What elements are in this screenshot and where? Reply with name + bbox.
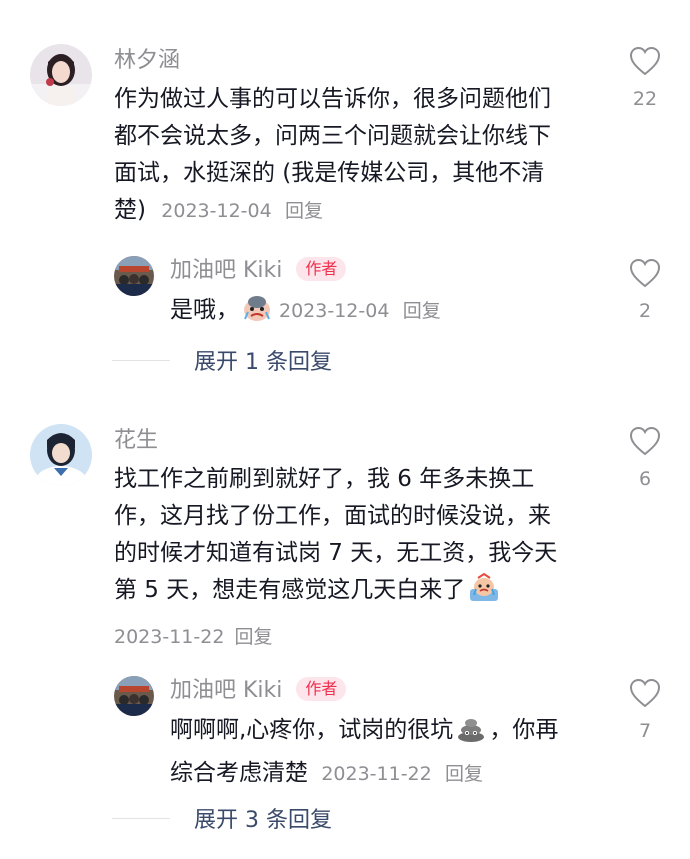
reply-username: 加油吧 Kiki 作者 bbox=[170, 676, 347, 706]
comment-list: 林夕涵 作为做过人事的可以告诉你，很多问题他们 都不会说太多，问两三个问题就会让… bbox=[0, 0, 690, 859]
avatar[interactable] bbox=[114, 676, 154, 716]
divider bbox=[112, 359, 170, 361]
avatar[interactable] bbox=[114, 256, 154, 296]
divider bbox=[112, 817, 170, 819]
like-button[interactable]: 22 bbox=[620, 46, 670, 112]
crying-bath-emoji-icon bbox=[468, 572, 500, 615]
heart-icon bbox=[629, 46, 661, 76]
comment-text-line: 找工作之前刷到就好了，我 6 年多未换工 bbox=[114, 466, 535, 492]
comment-text: 找工作之前刷到就好了，我 6 年多未换工 作，这月找了份工作，面试的时候没说，来… bbox=[114, 461, 594, 615]
reply-button[interactable]: 回复 bbox=[445, 763, 483, 785]
comment-text: 作为做过人事的可以告诉你，很多问题他们 都不会说太多，问两三个问题就会让你线下 … bbox=[114, 81, 594, 230]
like-count: 6 bbox=[638, 468, 652, 490]
like-button[interactable]: 6 bbox=[620, 426, 670, 492]
author-badge: 作者 bbox=[296, 677, 347, 701]
comment-date: 2023-12-04 bbox=[161, 200, 272, 222]
reply-date: 2023-12-04 bbox=[279, 300, 390, 322]
comment-username[interactable]: 花生 bbox=[114, 426, 158, 456]
reply-text-line: ，你再 bbox=[489, 717, 559, 743]
avatar[interactable] bbox=[30, 424, 92, 486]
comment-text-line: 的时候才知道有试岗 7 天，无工资，我今天 bbox=[114, 540, 558, 566]
reply-text: 是哦， 2023-12-04 回复 bbox=[170, 292, 610, 335]
heart-icon bbox=[629, 426, 661, 456]
reply-button[interactable]: 回复 bbox=[285, 200, 323, 222]
poop-emoji-icon bbox=[456, 713, 486, 755]
like-count: 7 bbox=[638, 720, 652, 742]
comment-username[interactable]: 林夕涵 bbox=[114, 46, 180, 76]
reply-date: 2023-11-22 bbox=[321, 763, 432, 785]
like-count: 2 bbox=[638, 300, 652, 322]
reply-text-line: 是哦， bbox=[170, 297, 239, 323]
crying-face-emoji-icon bbox=[242, 293, 272, 335]
reply-username-text[interactable]: 加油吧 Kiki bbox=[170, 678, 282, 703]
expand-replies-button[interactable]: 展开 1 条回复 bbox=[112, 344, 332, 376]
comment-text-line: 都不会说太多，问两三个问题就会让你线下 bbox=[114, 123, 551, 149]
reply-username-text[interactable]: 加油吧 Kiki bbox=[170, 258, 282, 283]
reply-button[interactable]: 回复 bbox=[403, 300, 441, 322]
comment-text-line: 楚) bbox=[114, 197, 146, 223]
comment-text-line: 作为做过人事的可以告诉你，很多问题他们 bbox=[114, 86, 551, 112]
comment-date: 2023-11-22 bbox=[114, 626, 225, 648]
comment-text-line: 第 5 天，想走有感觉这几天白来了 bbox=[114, 577, 466, 603]
reply-text-line: 综合考虑清楚 bbox=[170, 760, 308, 786]
comment-meta: 2023-11-22 回复 bbox=[114, 622, 272, 649]
reply-username: 加油吧 Kiki 作者 bbox=[170, 256, 347, 286]
like-count: 22 bbox=[632, 88, 658, 110]
expand-replies-label: 展开 1 条回复 bbox=[194, 350, 332, 375]
avatar[interactable] bbox=[30, 44, 92, 106]
heart-icon bbox=[629, 258, 661, 288]
expand-replies-button[interactable]: 展开 3 条回复 bbox=[112, 802, 332, 834]
comment-text-line: 作，这月找了份工作，面试的时候没说，来 bbox=[114, 503, 551, 529]
like-button[interactable]: 7 bbox=[620, 678, 670, 744]
expand-replies-label: 展开 3 条回复 bbox=[194, 808, 332, 833]
comment-text-line: 面试，水挺深的 (我是传媒公司，其他不清 bbox=[114, 160, 545, 186]
reply-text: 啊啊啊,心疼你，试岗的很坑 ，你再 综合考虑清楚 2023-11-22 回复 bbox=[170, 712, 610, 793]
like-button[interactable]: 2 bbox=[620, 258, 670, 324]
heart-icon bbox=[629, 678, 661, 708]
author-badge: 作者 bbox=[296, 257, 347, 281]
reply-text-line: 啊啊啊,心疼你，试岗的很坑 bbox=[170, 717, 454, 743]
reply-button[interactable]: 回复 bbox=[234, 626, 272, 648]
